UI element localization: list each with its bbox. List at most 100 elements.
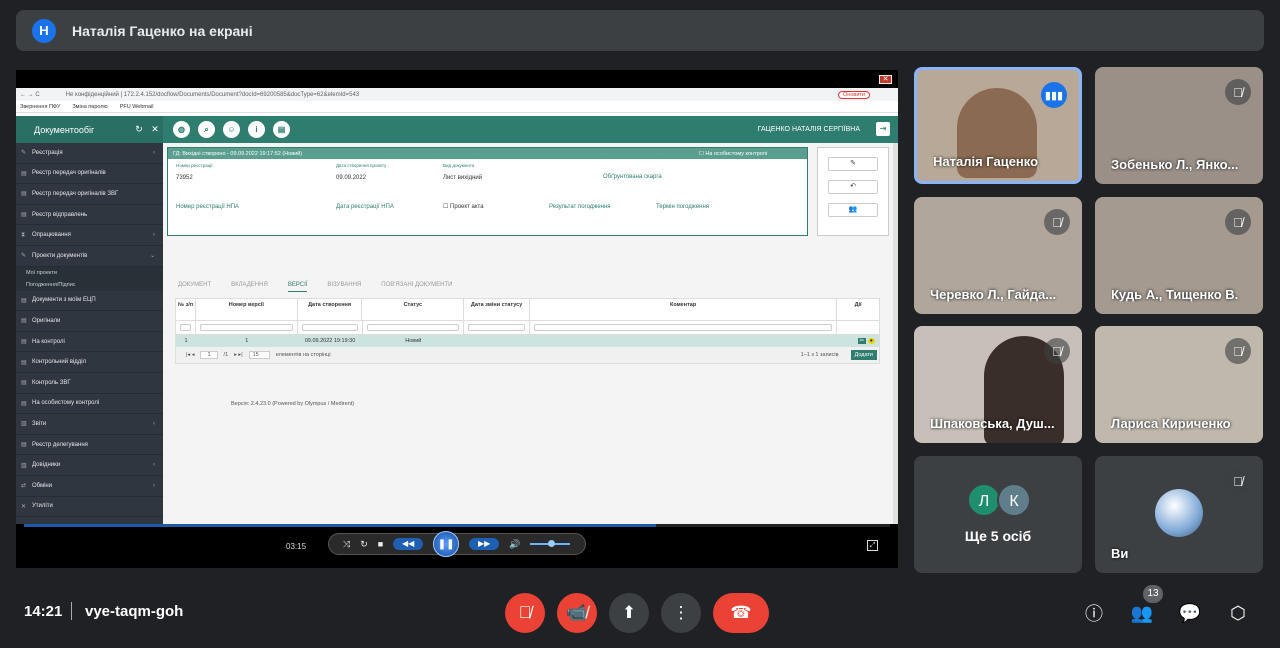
scrollbar[interactable] [893, 143, 898, 524]
fullscreen-icon[interactable]: ⤢ [867, 540, 878, 551]
sidebar-subitem[interactable]: Мої проекти [16, 266, 163, 279]
npa-date[interactable]: Дата реєстрації НПА [336, 204, 394, 210]
tab-document[interactable]: ДОКУМЕНТ [178, 282, 211, 292]
participant-tile[interactable]: 🎙̸ Кудь А., Тищенко В. [1095, 197, 1263, 314]
info-icon[interactable]: i [248, 121, 265, 138]
update-button[interactable]: Оновити [838, 90, 870, 99]
edit-icon[interactable]: ✎ [828, 157, 878, 171]
sidebar-item[interactable]: ▤ Реєстр делегування [16, 435, 163, 456]
filter-input[interactable] [366, 324, 460, 331]
sidebar-item[interactable]: ▤ Документи з моїм ЕЦП [16, 291, 163, 312]
sidebar-item[interactable]: ▤ На особистому контролі [16, 394, 163, 415]
nav-arrows-icon[interactable]: ← → C [20, 92, 40, 98]
shuffle-icon[interactable]: ⤨ [343, 539, 350, 550]
sidebar-item[interactable]: ▤ Реєстр передач оригіналів [16, 164, 163, 185]
personal-control-checkbox[interactable]: ☐ На особистому контролі [699, 151, 767, 157]
col-header[interactable]: Номер версії [196, 299, 298, 320]
speaking-icon: ▮▮▮ [1041, 82, 1067, 108]
cell: 09.09.2022 19:19:30 [304, 338, 356, 344]
globe-icon[interactable]: ◍ [173, 121, 190, 138]
sidebar-item[interactable]: ▤ На контролі [16, 332, 163, 353]
more-options-button[interactable]: ⋮ [661, 593, 701, 633]
close-icon[interactable]: ✕ [147, 124, 163, 135]
filter-input[interactable] [468, 324, 526, 331]
bookmark[interactable]: Зміна паролю [72, 104, 107, 110]
forward-icon[interactable]: ▶▶ [469, 538, 500, 550]
sidebar-item[interactable]: ▤ Контрольний відділ [16, 352, 163, 373]
user-search-icon[interactable]: ☺ [223, 121, 240, 138]
tab-versions[interactable]: ВЕРСІЇ [287, 282, 308, 292]
url-bar[interactable]: Не конфіденційний | 172.2.4.152/docflow/… [66, 92, 838, 98]
mic-off-button[interactable]: 🎙̸ [505, 593, 545, 633]
activities-icon[interactable]: ⬡ [1218, 593, 1258, 633]
bookmark[interactable]: Звернення ПФУ [20, 104, 60, 110]
sidebar-item[interactable]: ▥ Довідники ‹ [16, 455, 163, 476]
col-header[interactable]: Дата створення [298, 299, 363, 320]
page-input[interactable]: 1 [200, 351, 218, 359]
self-tile[interactable]: 🎙̸ Ви [1095, 456, 1263, 573]
sidebar-item[interactable]: ▥ Звіти ‹ [16, 414, 163, 435]
download-icon[interactable]: ● [867, 338, 875, 344]
exit-icon[interactable]: ⇥ [876, 122, 890, 136]
act-project-checkbox[interactable]: ☐ Проект акта [443, 203, 484, 210]
col-header[interactable]: Статус [362, 299, 465, 320]
row-actions[interactable]: ✂ ● [837, 335, 879, 347]
filter-input[interactable] [199, 324, 293, 331]
sidebar-item[interactable]: ▤ Контроль ЗВГ [16, 373, 163, 394]
tab-approvals[interactable]: ВІЗУВАННЯ [327, 282, 361, 292]
reply-icon[interactable]: ↶ [828, 180, 878, 194]
more-participants-tile[interactable]: Л К Ще 5 осіб [914, 456, 1082, 573]
tab-attachments[interactable]: ВКЛАДЕННЯ [231, 282, 268, 292]
sidebar-item[interactable]: ▤ Реєстр передач оригіналів ЗВГ [16, 184, 163, 205]
npa-number[interactable]: Номер реєстрації НПА [176, 204, 239, 210]
info-icon[interactable]: ⓘ [1074, 593, 1114, 633]
rewind-icon[interactable]: ◀◀ [393, 538, 424, 550]
stop-icon[interactable]: ■ [378, 539, 383, 549]
participant-tile[interactable]: 🎙̸ Черевко Л., Гайда... [914, 197, 1082, 314]
per-page-select[interactable]: 15 [248, 351, 270, 359]
bookmark[interactable]: PFU Webmail [120, 104, 154, 110]
users-icon[interactable]: 👥 [828, 203, 878, 217]
filter-input[interactable] [534, 324, 833, 331]
sidebar-item[interactable]: ⧗ Опрацювання ‹ [16, 225, 163, 246]
sidebar-item[interactable]: ▤ Реєстр відправлень [16, 205, 163, 226]
file-icon[interactable]: ▤ [273, 121, 290, 138]
chat-icon[interactable]: 💬 [1170, 593, 1210, 633]
sidebar-item[interactable]: ✕ Утиліти [16, 497, 163, 518]
add-button[interactable]: Додати [850, 350, 877, 360]
meeting-code[interactable]: vye-taqm-goh [85, 603, 183, 620]
volume-slider[interactable] [530, 540, 571, 547]
repeat-icon[interactable]: ↻ [360, 539, 368, 550]
filter-input[interactable] [301, 324, 358, 331]
sidebar-item[interactable]: ▤ Оригінали [16, 311, 163, 332]
participant-tile[interactable]: ▮▮▮ Наталія Гаценко [914, 67, 1082, 184]
seek-bar[interactable] [24, 524, 890, 527]
pause-icon[interactable]: ❚❚ [433, 531, 460, 557]
table-row[interactable]: 1 1 09.09.2022 19:19:30 Новий ✂ ● [176, 335, 879, 347]
end-call-button[interactable]: ☎ [713, 593, 769, 633]
approval-result[interactable]: Результат погодження [549, 204, 611, 210]
participant-tile[interactable]: 🎙̸ Шпаковська, Душ... [914, 326, 1082, 443]
sidebar-item[interactable]: ⇄ Обміни ‹ [16, 476, 163, 497]
refresh-icon[interactable]: ↻ [131, 124, 147, 135]
sidebar-item[interactable]: ✎ Проекти документів ⌄ [16, 246, 163, 267]
present-button[interactable]: ⬆ [609, 593, 649, 633]
col-header[interactable]: Коментар [530, 299, 838, 320]
col-header[interactable]: Дата зміни статусу [464, 299, 531, 320]
sidebar-item[interactable]: ✎ Реєстрація ‹ [16, 143, 163, 164]
search-doc-icon[interactable]: ⌕ [198, 121, 215, 138]
approval-term[interactable]: Термін погодження [656, 204, 709, 210]
participant-tile[interactable]: 🎙̸ Зобенько Л., Янко... [1095, 67, 1263, 184]
user-name[interactable]: ГАЦЕНКО НАТАЛІЯ СЕРГІЇВНА [758, 126, 860, 133]
participant-tile[interactable]: 🎙̸ Лариса Кириченко [1095, 326, 1263, 443]
camera-off-button[interactable]: 📹̸ [557, 593, 597, 633]
grounded-complaint[interactable]: Обґрунтована скарга [603, 174, 662, 180]
sidebar-subitem[interactable]: Погодження/Підпис [16, 278, 163, 291]
scissors-icon[interactable]: ✂ [857, 338, 867, 344]
volume-icon[interactable]: 🔊 [509, 539, 520, 550]
filter-input[interactable] [180, 324, 191, 331]
close-icon[interactable]: ✕ [879, 75, 892, 84]
tab-related[interactable]: ПОВ'ЯЗАНІ ДОКУМЕНТИ [381, 282, 452, 292]
first-page-icon[interactable]: |◂ ◂ [186, 352, 194, 358]
last-page-icon[interactable]: ▸ ▸| [234, 352, 242, 358]
